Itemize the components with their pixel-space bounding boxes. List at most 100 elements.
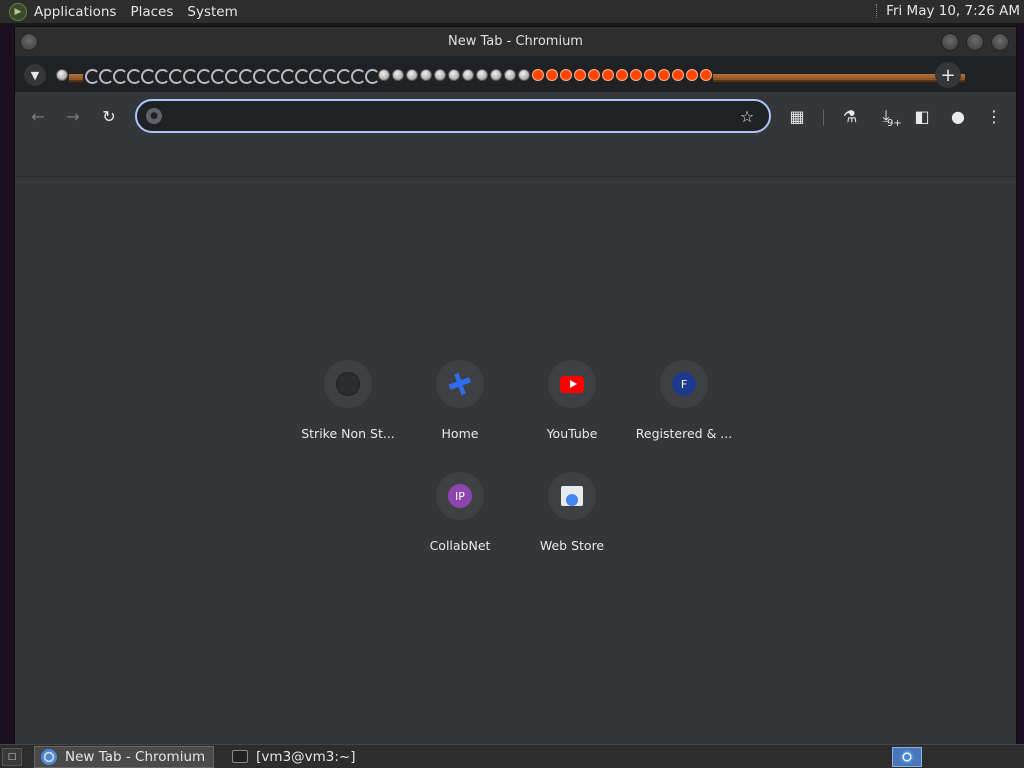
tab[interactable] xyxy=(97,68,114,84)
tab[interactable] xyxy=(895,70,909,82)
tray-chromium-button[interactable] xyxy=(892,747,922,767)
tab[interactable] xyxy=(672,69,684,81)
tab[interactable] xyxy=(111,68,128,84)
tab[interactable] xyxy=(783,70,797,82)
tab[interactable] xyxy=(279,68,296,84)
tab[interactable] xyxy=(755,70,769,82)
profile-button[interactable]: ● xyxy=(945,103,971,129)
tab[interactable] xyxy=(139,68,156,84)
shortcut-tile[interactable]: Strike Non St... xyxy=(292,354,404,454)
tab[interactable] xyxy=(476,69,488,81)
reload-button[interactable]: ↻ xyxy=(96,103,122,129)
gnome-logo-icon[interactable]: ▶ xyxy=(9,2,27,21)
shortcut-tile[interactable]: YouTube xyxy=(516,354,628,454)
tab[interactable] xyxy=(686,69,698,81)
places-menu[interactable]: Places xyxy=(130,4,173,20)
window-menu-button[interactable] xyxy=(20,33,38,51)
tab[interactable] xyxy=(237,68,254,84)
tab[interactable] xyxy=(434,69,446,81)
tab[interactable] xyxy=(448,69,460,81)
window-title: New Tab - Chromium xyxy=(448,34,583,49)
tab[interactable] xyxy=(490,69,502,81)
tab[interactable] xyxy=(616,69,628,81)
shortcut-icon-wrap xyxy=(324,360,372,408)
tab[interactable] xyxy=(83,68,100,84)
window-titlebar[interactable]: New Tab - Chromium xyxy=(15,27,1016,56)
menu-button[interactable]: ⋮ xyxy=(981,103,1007,129)
tab[interactable] xyxy=(574,69,586,81)
tab[interactable] xyxy=(125,68,142,84)
tab[interactable] xyxy=(713,70,727,82)
shortcut-tile[interactable]: F Registered & ... xyxy=(628,354,740,454)
tab[interactable] xyxy=(602,69,614,81)
tab[interactable] xyxy=(251,68,268,84)
maximize-button[interactable] xyxy=(966,33,984,51)
back-button[interactable]: ← xyxy=(25,103,51,129)
tab[interactable] xyxy=(532,69,544,81)
close-button[interactable] xyxy=(991,33,1009,51)
shortcut-tile[interactable]: Home xyxy=(404,354,516,454)
tab[interactable] xyxy=(853,70,867,82)
tab[interactable] xyxy=(546,69,558,81)
shortcut-icon-wrap xyxy=(548,472,596,520)
taskbar-item-chromium[interactable]: New Tab - Chromium xyxy=(34,745,215,768)
tab[interactable] xyxy=(909,70,923,82)
labs-button[interactable]: ⚗ xyxy=(837,103,863,129)
tab[interactable] xyxy=(867,70,881,82)
extensions-button[interactable]: ▦ xyxy=(784,103,810,129)
tab[interactable] xyxy=(420,69,432,81)
browser-toolbar: ← → ↻ ● ☆ ▦ ⚗ ⤓ 9+ ◧ ● ⋮ xyxy=(15,92,1016,177)
tab[interactable] xyxy=(167,68,184,84)
tab[interactable] xyxy=(56,69,68,81)
new-tab-page: Strike Non St... Home YouTube F Register… xyxy=(15,177,1016,745)
letter-ip-icon: IP xyxy=(448,484,472,508)
side-panel-button[interactable]: ◧ xyxy=(909,103,935,129)
applications-menu[interactable]: Applications xyxy=(34,4,116,20)
new-tab-button[interactable]: + xyxy=(935,62,961,88)
tab[interactable] xyxy=(741,70,755,82)
tab[interactable] xyxy=(518,69,530,81)
tab[interactable] xyxy=(153,68,170,84)
tab[interactable] xyxy=(209,68,226,84)
tab[interactable] xyxy=(293,68,310,84)
tab[interactable] xyxy=(769,70,783,82)
tab[interactable] xyxy=(881,70,895,82)
tab[interactable] xyxy=(195,68,212,84)
tab[interactable] xyxy=(658,69,670,81)
tab[interactable] xyxy=(797,70,811,82)
tab[interactable] xyxy=(727,70,741,82)
tab[interactable] xyxy=(839,70,853,82)
tab[interactable] xyxy=(462,69,474,81)
tab[interactable] xyxy=(223,68,240,84)
tab[interactable] xyxy=(560,69,572,81)
tab[interactable] xyxy=(363,68,380,84)
tab[interactable] xyxy=(181,68,198,84)
system-menu[interactable]: System xyxy=(187,4,237,20)
tab[interactable] xyxy=(392,69,404,81)
tab[interactable] xyxy=(811,70,825,82)
tab[interactable] xyxy=(406,69,418,81)
forward-button[interactable]: → xyxy=(60,103,86,129)
tab[interactable] xyxy=(307,68,324,84)
bookmark-star-icon[interactable]: ☆ xyxy=(737,106,757,126)
clock[interactable]: Fri May 10, 7:26 AM xyxy=(876,3,1020,19)
tab[interactable] xyxy=(644,69,656,81)
tab-search-button[interactable]: ▼ xyxy=(24,64,46,86)
omnibox[interactable]: ● ☆ xyxy=(135,99,771,133)
tab[interactable] xyxy=(504,69,516,81)
tab[interactable] xyxy=(588,69,600,81)
tab[interactable] xyxy=(321,68,338,84)
address-input[interactable] xyxy=(162,102,737,130)
tab[interactable] xyxy=(349,68,366,84)
tab[interactable] xyxy=(630,69,642,81)
show-desktop-button[interactable]: □ xyxy=(2,747,22,766)
shortcut-tile[interactable]: Web Store xyxy=(516,466,628,566)
minimize-button[interactable] xyxy=(941,33,959,51)
tab[interactable] xyxy=(69,70,83,82)
taskbar-item-terminal[interactable]: [vm3@vm3:~] xyxy=(226,746,363,768)
tab[interactable] xyxy=(700,69,712,81)
tab[interactable] xyxy=(825,70,839,82)
tab[interactable] xyxy=(335,68,352,84)
tab[interactable] xyxy=(265,68,282,84)
shortcut-tile[interactable]: IP CollabNet xyxy=(404,466,516,566)
